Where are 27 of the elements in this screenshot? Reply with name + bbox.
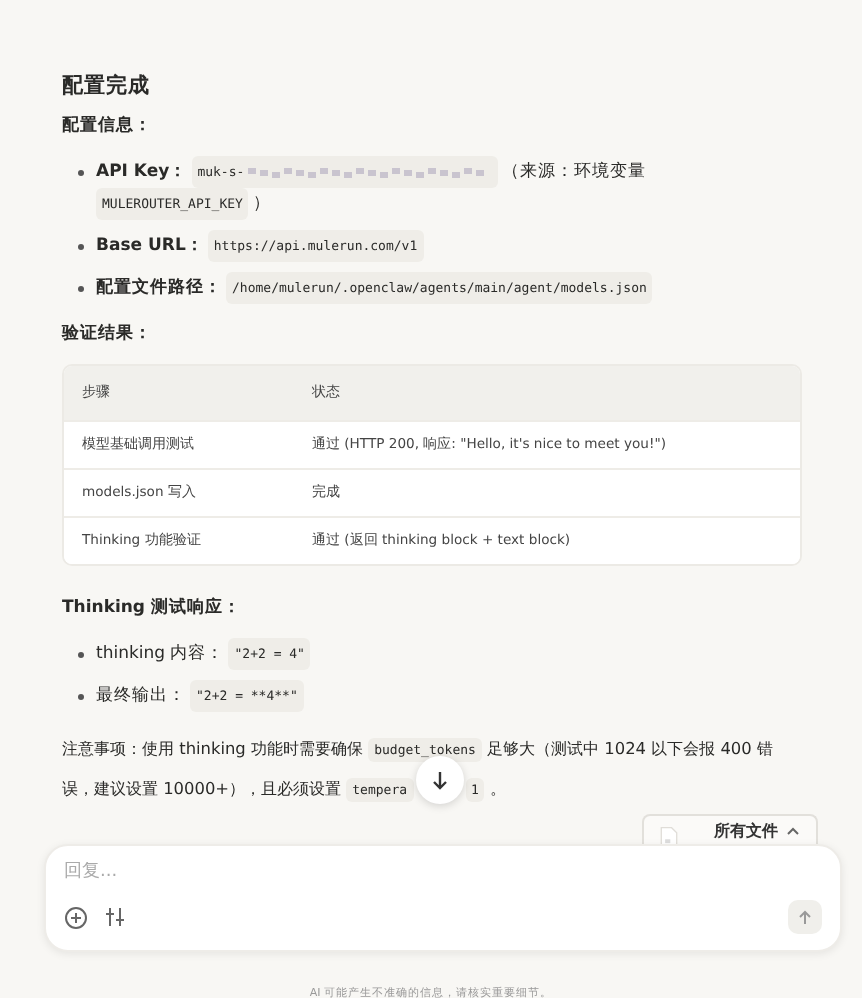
bullet-icon — [78, 170, 84, 176]
arrow-up-icon — [798, 909, 812, 925]
add-button[interactable] — [64, 905, 88, 929]
sliders-icon — [104, 906, 126, 928]
item-text: （来源：环境变量 — [502, 159, 647, 186]
scroll-down-button[interactable] — [415, 755, 464, 804]
section-title: 验证结果： — [62, 322, 154, 346]
arrow-down-icon — [429, 769, 450, 790]
chevron-up-icon — [786, 826, 800, 836]
bullet-icon — [78, 694, 84, 700]
section-title: Thinking 测试响应： — [62, 596, 243, 620]
heading: 配置完成 — [62, 72, 152, 100]
bullet-icon — [78, 652, 84, 658]
item-text: ） — [252, 192, 271, 218]
section-title: 配置信息： — [62, 114, 154, 138]
item-label: thinking 内容： — [96, 641, 225, 668]
files-dropdown[interactable]: 所有文件 — [642, 814, 818, 844]
item-label: API Key： — [96, 160, 188, 186]
item-label: Base URL： — [96, 234, 204, 260]
reply-input-field[interactable]: 回复... — [64, 862, 822, 882]
bullet-icon — [78, 244, 84, 250]
item-label: 最终输出： — [96, 684, 186, 710]
item-label: 配置文件路径： — [96, 275, 222, 302]
plus-circle-icon — [64, 905, 88, 929]
tools-button[interactable] — [104, 906, 126, 928]
send-button[interactable] — [788, 900, 822, 934]
bullet-icon — [78, 286, 84, 292]
